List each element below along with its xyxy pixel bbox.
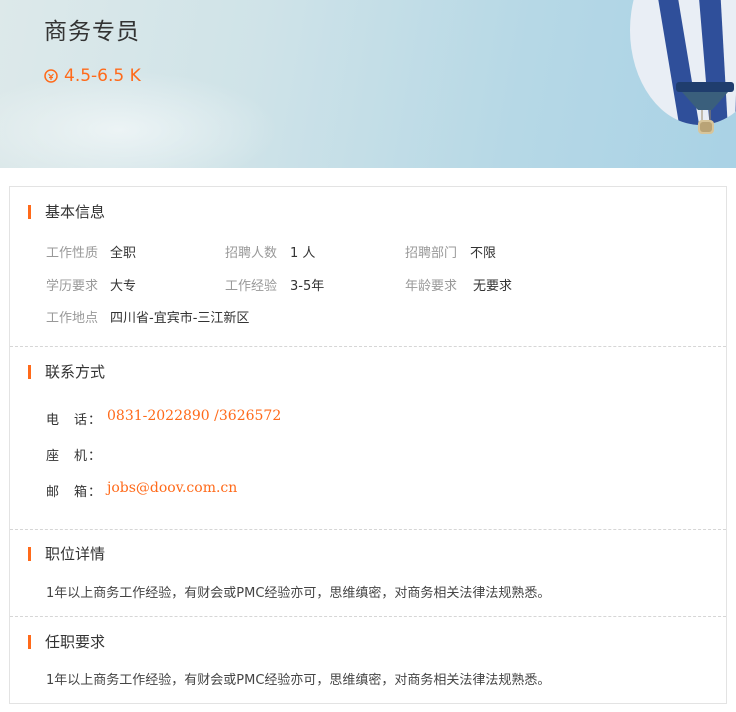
section-contact-header: 联系方式 (28, 361, 105, 382)
field-value: 3-5年 (290, 279, 325, 294)
job-title: 商务专员 (44, 19, 140, 45)
salary-row: 4.5-6.5 K (44, 66, 141, 86)
field-label: 招聘部门 (405, 246, 458, 261)
field-label: 工作性质 (46, 246, 99, 261)
details-text: 1年以上商务工作经验，有财会或PMC经验亦可，思维缜密，对商务相关法律法规熟悉。 (46, 586, 551, 601)
section-title: 职位详情 (45, 545, 106, 563)
section-basic-info-header: 基本信息 (28, 201, 105, 222)
field-value: 四川省-宜宾市-三江新区 (110, 311, 250, 326)
landline-label: 座 机： (46, 449, 103, 464)
field-value: 无要求 (473, 279, 513, 294)
field-label: 招聘人数 (225, 246, 278, 261)
section-divider (10, 529, 726, 530)
field-value: 全职 (110, 246, 137, 261)
section-accent-bar (28, 364, 31, 379)
coin-icon (44, 69, 58, 83)
field-value: 1 人 (290, 246, 316, 261)
section-divider (10, 346, 726, 347)
section-accent-bar (28, 634, 31, 649)
field-value: 大专 (110, 279, 137, 294)
requirements-text: 1年以上商务工作经验，有财会或PMC经验亦可，思维缜密，对商务相关法律法规熟悉。 (46, 673, 551, 688)
section-divider (10, 616, 726, 617)
section-details-header: 职位详情 (28, 543, 105, 564)
section-accent-bar (28, 546, 31, 561)
field-label: 工作经验 (225, 279, 278, 294)
phone-value[interactable]: 0831-2022890 /3626572 (107, 408, 281, 424)
email-value[interactable]: jobs@doov.com.cn (107, 480, 237, 496)
phone-label: 电 话： (46, 413, 103, 428)
section-requirements-header: 任职要求 (28, 631, 105, 652)
section-title: 任职要求 (45, 633, 106, 651)
email-label: 邮 箱： (46, 485, 103, 500)
salary-text: 4.5-6.5 K (64, 66, 141, 86)
field-label: 年龄要求 (405, 279, 458, 294)
section-title: 基本信息 (45, 203, 106, 221)
header-banner: 商务专员 4.5-6.5 K (0, 0, 736, 168)
section-title: 联系方式 (45, 363, 106, 381)
field-label: 工作地点 (46, 311, 99, 326)
hot-air-balloon-icon (630, 0, 736, 134)
field-value: 不限 (470, 246, 497, 261)
section-accent-bar (28, 204, 31, 219)
job-detail-card: 基本信息 工作性质 全职 招聘人数 1 人 招聘部门 不限 学历要求 大专 工作… (9, 186, 727, 704)
field-label: 学历要求 (46, 279, 99, 294)
